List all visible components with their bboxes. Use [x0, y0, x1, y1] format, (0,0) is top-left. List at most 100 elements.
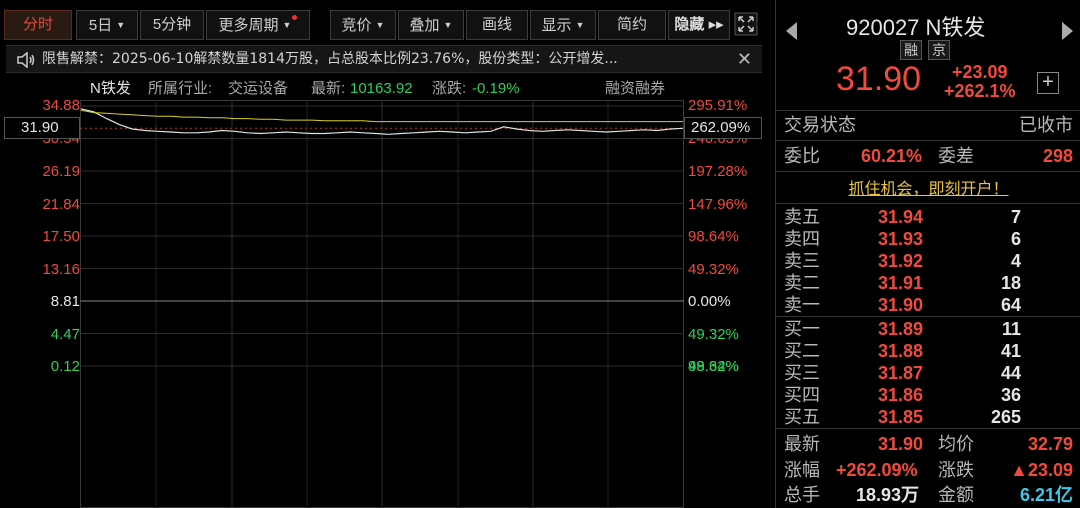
exchange-tag: 京 — [928, 40, 950, 60]
level-volume: 64 — [1000, 295, 1021, 315]
next-stock-arrow-icon[interactable] — [1062, 22, 1073, 40]
pct-tick: 147.96% — [688, 196, 748, 213]
pct-tick: 49.32% — [688, 261, 739, 278]
price-tick: 8.81 — [50, 293, 80, 310]
period-toolbar: 分时 5日 ▼ 5分钟 更多周期 ▼ 竞价 ▼ 叠加 ▼ 画线 显示 ▼ 简约 隐藏 ▸▸ — [0, 10, 762, 42]
double-arrow-icon: ▸▸ — [708, 16, 724, 33]
summary-avg-label: 均价 — [938, 434, 974, 454]
bid-level-row[interactable]: 买三 31.87 44 — [776, 362, 1080, 384]
level-volume: 44 — [1000, 363, 1021, 383]
divider — [776, 316, 1080, 317]
prev-stock-arrow-icon[interactable] — [786, 22, 797, 40]
fullscreen-icon[interactable] — [734, 12, 758, 36]
level-label: 卖一 — [784, 295, 820, 315]
hide-button[interactable]: 隐藏 ▸▸ — [668, 10, 730, 40]
price-tick: 13.16 — [42, 261, 80, 278]
price-change: +23.09 — [952, 62, 1008, 82]
ask-level-row[interactable]: 卖五 31.94 7 — [776, 206, 1080, 228]
ask-level-row[interactable]: 卖一 31.90 64 — [776, 294, 1080, 316]
tab-overlay[interactable]: 叠加 ▼ — [398, 10, 464, 40]
tab-auction[interactable]: 竞价 ▼ — [330, 10, 396, 40]
stock-name: N铁发 — [90, 80, 131, 97]
tab-5day[interactable]: 5日 ▼ — [76, 10, 138, 40]
industry-value: 交运设备 — [228, 80, 289, 97]
open-account-link[interactable]: 抓住机会，即刻开户！ — [776, 177, 1080, 201]
caret-down-icon: ▼ — [116, 20, 126, 30]
unlock-notice-text[interactable]: 限售解禁：2025-06-10解禁数量1814万股，占总股本比例23.76%，股… — [42, 46, 618, 72]
stock-code: 920027 — [846, 15, 920, 40]
current-price-label: 31.90 — [4, 117, 80, 139]
order-ratio-row: 委比 60.21% 委差 298 — [776, 145, 1080, 167]
level-label: 买五 — [784, 407, 820, 427]
level-price: 31.92 — [878, 251, 924, 271]
summary-vol-value: 18.93万 — [856, 485, 920, 505]
ask-level-row[interactable]: 卖二 31.91 18 — [776, 272, 1080, 294]
bid-level-row[interactable]: 买一 31.89 11 — [776, 318, 1080, 340]
level-label: 卖五 — [784, 207, 820, 227]
caret-down-icon: ▼ — [575, 20, 585, 30]
caret-down-icon: ▼ — [443, 20, 453, 30]
bid-level-row[interactable]: 买四 31.86 36 — [776, 384, 1080, 406]
ask-level-row[interactable]: 卖三 31.92 4 — [776, 250, 1080, 272]
chart-panel: 分时 5日 ▼ 5分钟 更多周期 ▼ 竞价 ▼ 叠加 ▼ 画线 显示 ▼ 简约 隐藏 ▸▸… — [0, 0, 762, 508]
tab-draw-line[interactable]: 画线 — [466, 10, 528, 40]
level-price: 31.86 — [878, 385, 924, 405]
level-label: 买三 — [784, 363, 820, 383]
divider — [776, 428, 1080, 429]
summary-amt-value: 6.21亿 — [1019, 485, 1073, 505]
level-price: 31.85 — [878, 407, 924, 427]
tab-intraday[interactable]: 分时 — [4, 10, 72, 40]
hide-button-label: 隐藏 — [674, 16, 705, 33]
intraday-chart[interactable] — [80, 100, 684, 508]
tab-display[interactable]: 显示 ▼ — [530, 10, 596, 40]
margin-trading-link[interactable]: 融资融券 — [605, 78, 665, 100]
level-price: 31.93 — [878, 229, 924, 249]
summary-chgpct-value: +262.09% — [836, 460, 918, 480]
pct-tick: 49.32% — [688, 326, 739, 343]
summary-avg-value: 32.79 — [1027, 434, 1073, 454]
add-watchlist-button[interactable]: + — [1037, 72, 1059, 94]
summary-row: 涨幅 +262.09% 涨跌 ▲23.09 — [776, 458, 1080, 482]
level-label: 买一 — [784, 319, 820, 339]
last-price: 31.90 — [836, 60, 922, 98]
close-icon[interactable]: ✕ — [737, 46, 752, 72]
level-price: 31.90 — [878, 295, 924, 315]
tab-simple[interactable]: 简约 — [598, 10, 666, 40]
industry-label: 所属行业: — [148, 80, 213, 97]
level-price: 31.94 — [878, 207, 924, 227]
summary-vol-label: 总手 — [784, 485, 820, 505]
level-volume: 41 — [1000, 341, 1021, 361]
bid-level-row[interactable]: 买二 31.88 41 — [776, 340, 1080, 362]
summary-amt-label: 金额 — [938, 485, 974, 505]
level-volume: 7 — [1010, 207, 1021, 227]
stock-short-name: N铁发 — [925, 15, 986, 40]
level-label: 卖四 — [784, 229, 820, 249]
tab-display-label: 显示 — [541, 17, 572, 34]
level-volume: 11 — [1001, 319, 1021, 339]
latest-index-value: 10163.92 — [350, 80, 413, 97]
divider — [776, 110, 1080, 111]
order-ratio-label: 委比 — [784, 146, 820, 166]
bid-level-row[interactable]: 买五 31.85 265 — [776, 406, 1080, 428]
tab-5min[interactable]: 5分钟 — [140, 10, 204, 40]
trade-status-value: 已收市 — [1019, 115, 1073, 135]
tab-5min-label: 5分钟 — [152, 16, 192, 33]
price-tick: 17.50 — [42, 228, 80, 245]
tab-more-periods-label: 更多周期 — [218, 17, 279, 34]
summary-chg-label: 涨跌 — [938, 460, 974, 480]
tab-simple-label: 简约 — [616, 16, 647, 33]
tab-more-periods[interactable]: 更多周期 ▼ — [206, 10, 310, 40]
level-volume: 265 — [990, 407, 1021, 427]
divider — [776, 203, 1080, 204]
change-label: 涨跌: — [432, 80, 467, 97]
ask-level-row[interactable]: 卖四 31.93 6 — [776, 228, 1080, 250]
level-volume: 4 — [1010, 251, 1021, 271]
margin-tag: 融 — [900, 40, 922, 60]
pct-tick: 0.00% — [688, 293, 731, 310]
chart-info-bar: N铁发 所属行业: 交运设备 最新: 10163.92 涨跌: -0.19% 融… — [80, 78, 680, 100]
pct-tick: 197.28% — [688, 163, 748, 180]
new-dot-icon — [292, 15, 298, 20]
level-volume: 18 — [1000, 273, 1021, 293]
change-value: -0.19% — [472, 80, 520, 97]
pct-tick: 98.64% — [688, 358, 739, 375]
